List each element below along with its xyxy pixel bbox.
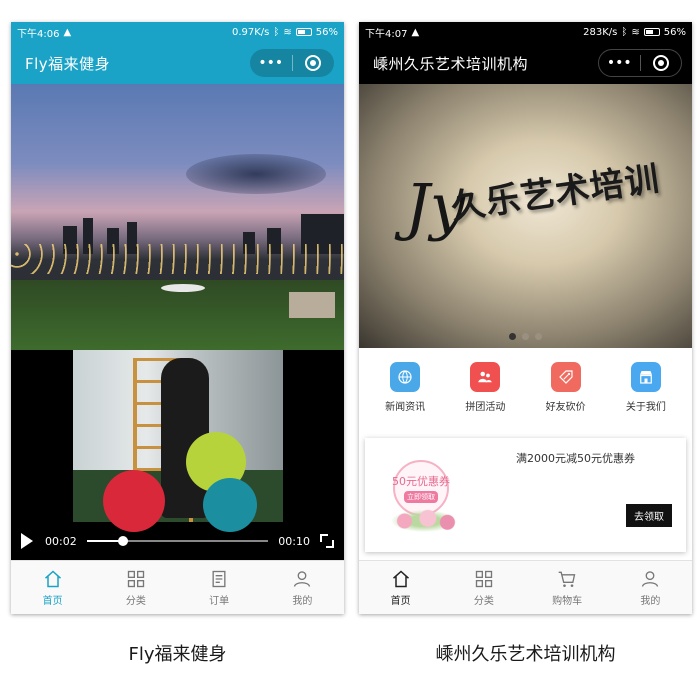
home-icon [392,569,409,587]
fullscreen-icon[interactable] [320,534,334,548]
page-title: 嵊州久乐艺术培训机构 [373,54,529,73]
group-icon [470,362,501,392]
quick-links: 新闻资讯 拼团活动 好友砍价 关于我们 [359,348,692,421]
page: 下午4:06 ▲ 0.97K/s ᛒ ≋ 56% Fly福来健身 ••• 00:… [0,0,700,700]
video-player[interactable]: 00:02 00:10 [11,350,344,560]
caption-left: Fly福来健身 [128,644,227,665]
tab-category[interactable]: 分类 [442,561,525,614]
order-icon [212,570,226,587]
patio-table [161,284,205,292]
video-controls: 00:02 00:10 [11,522,344,560]
coupon-card[interactable]: 满2000元减50元优惠券 50元优惠券 立即领取 去领取 [365,438,686,552]
close-circle-icon [305,55,322,71]
bluetooth-icon: ᛒ [273,26,280,38]
bench [289,292,335,318]
page-title: Fly福来健身 [25,54,111,73]
more-button[interactable]: ••• [250,49,292,77]
close-button[interactable] [293,49,335,77]
flower-decoration [385,508,463,534]
mini-program-capsule: ••• [598,49,682,77]
more-icon: ••• [606,55,632,71]
grid-icon [127,570,145,587]
quick-link-bargain[interactable]: 好友砍价 [526,362,606,413]
wifi-icon: ≋ [631,26,640,38]
wifi-icon: ≋ [283,26,292,38]
tab-orders[interactable]: 订单 [178,561,261,614]
user-icon [642,570,659,587]
nav-bar: 嵊州久乐艺术培训机构 ••• [359,42,692,84]
quick-link-label: 好友砍价 [545,402,586,413]
status-speed: 0.97K/s [231,26,270,38]
tab-label: 分类 [125,595,146,607]
grid-icon [475,570,493,587]
tab-bar: 首页 分类 订单 我的 [11,560,344,614]
status-speed: 283K/s [583,26,618,38]
tab-cart[interactable]: 购物车 [526,561,609,614]
quick-link-label: 拼团活动 [465,402,506,413]
carousel-dot[interactable] [535,333,542,340]
banner-rooftop-image[interactable] [11,84,344,350]
tab-category[interactable]: 分类 [94,561,177,614]
tab-label: 首页 [390,595,411,607]
tab-mine[interactable]: 我的 [261,561,344,614]
string-lights [11,244,344,274]
signal-icon: ▲ [63,26,72,38]
tab-label: 购物车 [552,595,583,607]
phone-jiule-art: 下午4:07 ▲ 283K/s ᛒ ≋ 56% 嵊州久乐艺术培训机构 ••• J… [359,22,692,614]
globe-icon [390,362,421,392]
coupon-badge-amount: 50元优惠券 [392,475,450,488]
quick-link-group-buy[interactable]: 拼团活动 [445,362,525,413]
video-progress-knob[interactable] [118,536,129,546]
tab-home[interactable]: 首页 [11,561,94,614]
battery-icon [643,28,660,36]
carousel-indicator [359,333,692,340]
nav-bar: Fly福来健身 ••• [11,42,344,84]
bluetooth-icon: ᛒ [621,26,628,38]
tab-label: 我的 [640,595,661,607]
quick-link-label: 新闻资讯 [385,402,426,413]
user-icon [294,570,311,587]
status-time: 下午4:07 [365,28,408,40]
tab-label: 我的 [292,595,313,607]
video-current-time: 00:02 [45,534,77,548]
status-battery: 56% [663,26,686,38]
tab-label: 首页 [42,595,63,607]
quick-link-news[interactable]: 新闻资讯 [365,362,445,413]
tag-icon [550,362,581,392]
tab-bar: 首页 分类 购物车 我的 [359,560,692,614]
cloud-shape [186,154,326,194]
banner-carousel[interactable]: Jy 久乐艺术培训 [359,84,692,348]
cart-icon [558,571,576,587]
home-icon [44,569,61,587]
more-icon: ••• [258,55,284,71]
status-bar: 下午4:07 ▲ 283K/s ᛒ ≋ 56% [359,22,692,42]
close-button[interactable] [641,50,682,76]
tab-label: 分类 [473,595,494,607]
signal-icon: ▲ [411,26,420,38]
carousel-dot[interactable] [509,333,516,340]
battery-icon [295,28,312,36]
tab-label: 订单 [209,595,230,607]
tab-mine[interactable]: 我的 [609,561,692,614]
play-icon[interactable] [21,533,33,549]
phone-fly-fitness: 下午4:06 ▲ 0.97K/s ᛒ ≋ 56% Fly福来健身 ••• 00:… [11,22,344,614]
quick-link-label: 关于我们 [625,402,666,413]
status-battery: 56% [315,26,338,38]
close-circle-icon [652,55,669,71]
wall-sign-text: 久乐艺术培训 [448,158,663,228]
status-time: 下午4:06 [17,28,60,40]
carousel-dot[interactable] [522,333,529,340]
coupon-badge-tag: 立即领取 [404,491,438,503]
video-progress-bar[interactable] [86,536,269,546]
store-icon [630,362,661,392]
caption-right: 嵊州久乐艺术培训机构 [435,644,616,665]
mini-program-capsule: ••• [250,49,334,77]
tab-home[interactable]: 首页 [359,561,442,614]
more-button[interactable]: ••• [599,50,640,76]
status-bar: 下午4:06 ▲ 0.97K/s ᛒ ≋ 56% [11,22,344,42]
quick-link-about[interactable]: 关于我们 [606,362,686,413]
video-duration: 00:10 [278,534,310,548]
claim-coupon-button[interactable]: 去领取 [626,504,672,527]
